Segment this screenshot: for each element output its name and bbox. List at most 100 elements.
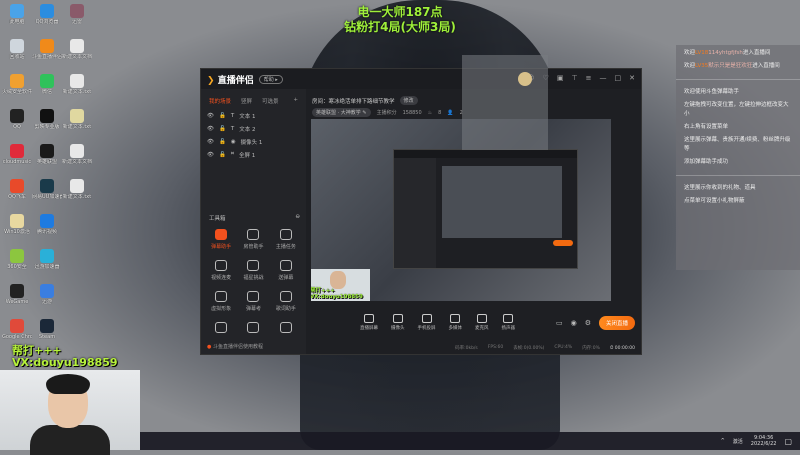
toolbar-button[interactable]: 麦克风 — [475, 313, 489, 331]
visibility-eye-icon[interactable]: 👁 — [207, 152, 214, 158]
welcome-prefix: 欢迎 — [684, 50, 696, 56]
desktop-icon[interactable]: 剪映专业版 — [32, 109, 62, 130]
desktop-icon[interactable]: 新建文本文档.txt — [62, 144, 92, 165]
toolbar-button[interactable]: 摄像头 — [391, 313, 405, 331]
desktop-icon[interactable]: 火绒安全软件 — [2, 74, 32, 95]
toolbar-button[interactable]: 多媒体 — [449, 313, 462, 331]
desktop-icon[interactable]: Steam — [32, 319, 62, 340]
toolbar-button[interactable]: 直播屏幕 — [360, 313, 378, 331]
app-icon — [40, 319, 54, 333]
tool-button[interactable]: 送弹幕 — [270, 260, 302, 281]
tool-button[interactable] — [205, 322, 237, 336]
desktop-icon[interactable]: 新建文本.txt — [62, 74, 92, 95]
tool-button[interactable] — [237, 322, 269, 336]
app-icon — [40, 214, 54, 228]
window-button[interactable]: ▣ — [557, 74, 564, 82]
window-button[interactable]: □ — [615, 74, 622, 82]
ime-indicator[interactable]: 激活 — [733, 438, 743, 445]
desktop-icon[interactable]: 迅游加速器 — [32, 249, 62, 270]
window-button[interactable]: ⊤ — [572, 74, 578, 82]
more-icon[interactable]: ⊖ — [295, 214, 300, 222]
window-button[interactable]: ≡ — [586, 74, 592, 82]
desktop-icon[interactable]: cloudmusic — [2, 144, 32, 165]
welcome-messages: 欢迎LV18114yhtgfjfsh进入直播间 欢迎LV35默示只是是狂欢狂进入直… — [676, 45, 800, 80]
source-item[interactable]: 👁 🔓 ⌗ 全屏 1 — [201, 148, 306, 161]
desktop-icon[interactable]: Google Chrome — [2, 319, 32, 340]
desktop-icon[interactable]: 此电脑 — [2, 4, 32, 25]
toolbox-grid: 弹幕助手 房管助手 主播任务视频连麦 福星挑战 送弹幕虚拟形象 弹幕考 歌词助手 — [205, 229, 302, 336]
streamer-webcam — [0, 370, 140, 455]
tool-button[interactable]: 歌词助手 — [270, 291, 302, 312]
notification-icon[interactable]: ▢ — [784, 437, 792, 446]
desktop-icon[interactable]: 网易UU加速器 — [32, 179, 62, 200]
desktop-icon[interactable]: 新建文本.txt — [62, 179, 92, 200]
desktop-icon[interactable]: Win10激活 — [2, 214, 32, 235]
viewers-icon: 👤 — [447, 109, 454, 116]
edit-title-button[interactable]: 修改 — [399, 96, 418, 105]
app-logo: ❯ 直播伴侣 — [207, 75, 254, 86]
settings-icon[interactable]: ⚙ — [585, 319, 591, 327]
eye-icon[interactable]: ◉ — [571, 319, 577, 327]
tool-button[interactable]: 福星挑战 — [237, 260, 269, 281]
stream-preview[interactable]: 帮打+++ VX:douyu198859 — [311, 119, 611, 301]
desktop-icon-label: cloudmusic — [2, 159, 32, 165]
stop-live-button[interactable]: 关闭直播 — [598, 316, 635, 330]
window-button[interactable]: — — [600, 74, 607, 82]
scene-tab[interactable]: 可选景 — [262, 97, 279, 105]
desktop-icon[interactable]: QQ浏览器 — [32, 4, 62, 25]
visibility-eye-icon[interactable]: 👁 — [207, 126, 214, 132]
lock-icon[interactable]: 🔓 — [219, 113, 226, 119]
source-item[interactable]: 👁 🔓 T 文本 2 — [201, 122, 306, 135]
toolbar-label: 手机投屏 — [417, 325, 436, 331]
clock[interactable]: 9:04:36 2022/6/22 — [751, 435, 777, 447]
desktop-icon[interactable]: QQ飞车 — [2, 179, 32, 200]
desktop-icon[interactable]: 腾讯视频 — [32, 214, 62, 235]
window-button[interactable]: ✕ — [629, 74, 635, 82]
desktop-icon[interactable]: 新建文本文档.txt — [62, 39, 92, 60]
source-item[interactable]: 👁 🔓 T 文本 1 — [201, 109, 306, 122]
lock-icon[interactable]: 🔓 — [219, 126, 226, 132]
lock-icon[interactable]: 🔓 — [219, 152, 226, 158]
lock-icon[interactable]: 🔓 — [219, 139, 226, 145]
desktop-icon[interactable]: 新建文本.txt — [62, 109, 92, 130]
desktop-icon[interactable]: 微信 — [32, 74, 62, 95]
desktop-icon[interactable]: 斗鱼直播伴侣 — [32, 39, 62, 60]
visibility-eye-icon[interactable]: 👁 — [207, 139, 214, 145]
toolbar-button[interactable]: 扬声器 — [502, 313, 515, 331]
fans-icon: ♨ — [427, 109, 433, 116]
desktop-icon[interactable]: 迅雷 — [62, 4, 92, 25]
dropdown-menu-overlay[interactable] — [462, 55, 548, 150]
scene-tab[interactable]: 竖屏 — [241, 97, 252, 105]
source-item[interactable]: 👁 🔓 ◉ 摄像头 1 — [201, 135, 306, 148]
desktop-icon[interactable]: QQ — [2, 109, 32, 130]
category-button[interactable]: 英雄联盟 · 大神教学 ✎ — [312, 108, 371, 117]
visibility-eye-icon[interactable]: 👁 — [207, 113, 214, 119]
toolbar-icon — [421, 313, 432, 323]
toolbar-button[interactable]: 手机投屏 — [417, 313, 436, 331]
tutorial-link[interactable]: ● 斗鱼直播伴侣使用教程 — [207, 343, 263, 350]
desktop-icon[interactable]: 回收站 — [2, 39, 32, 60]
tool-label: 房管助手 — [243, 244, 264, 250]
record-icon[interactable]: ▭ — [556, 319, 563, 327]
tool-button[interactable]: 虚拟形象 — [205, 291, 237, 312]
desktop-icon[interactable]: WeGame — [2, 284, 32, 305]
help-pill-button[interactable]: 帮助 ▸ — [258, 74, 283, 84]
avatar[interactable] — [518, 72, 532, 86]
tool-button[interactable]: 弹幕助手 — [205, 229, 237, 250]
tool-button[interactable]: 弹幕考 — [237, 291, 269, 312]
tool-button[interactable] — [270, 322, 302, 336]
scene-tab[interactable]: + — [293, 97, 298, 105]
desktop-icon[interactable]: 360安全 — [2, 249, 32, 270]
username[interactable]: 114yhtgfjfsh — [708, 50, 743, 56]
toolbox-header: 工具箱 ⊖ — [209, 214, 300, 222]
tool-button[interactable]: 视频连麦 — [205, 260, 237, 281]
tray-expand-button[interactable]: ^ — [721, 438, 725, 444]
tool-button[interactable]: 房管助手 — [237, 229, 269, 250]
tool-button[interactable]: 主播任务 — [270, 229, 302, 250]
desktop-icon[interactable]: 英雄联盟 — [32, 144, 62, 165]
username[interactable]: 默示只是是狂欢狂 — [708, 63, 752, 69]
app-icon — [10, 179, 24, 193]
source-type-icon: ◉ — [230, 138, 236, 145]
scene-tab[interactable]: 我的场景 — [209, 97, 231, 105]
desktop-icon[interactable]: 迅游 — [32, 284, 62, 305]
